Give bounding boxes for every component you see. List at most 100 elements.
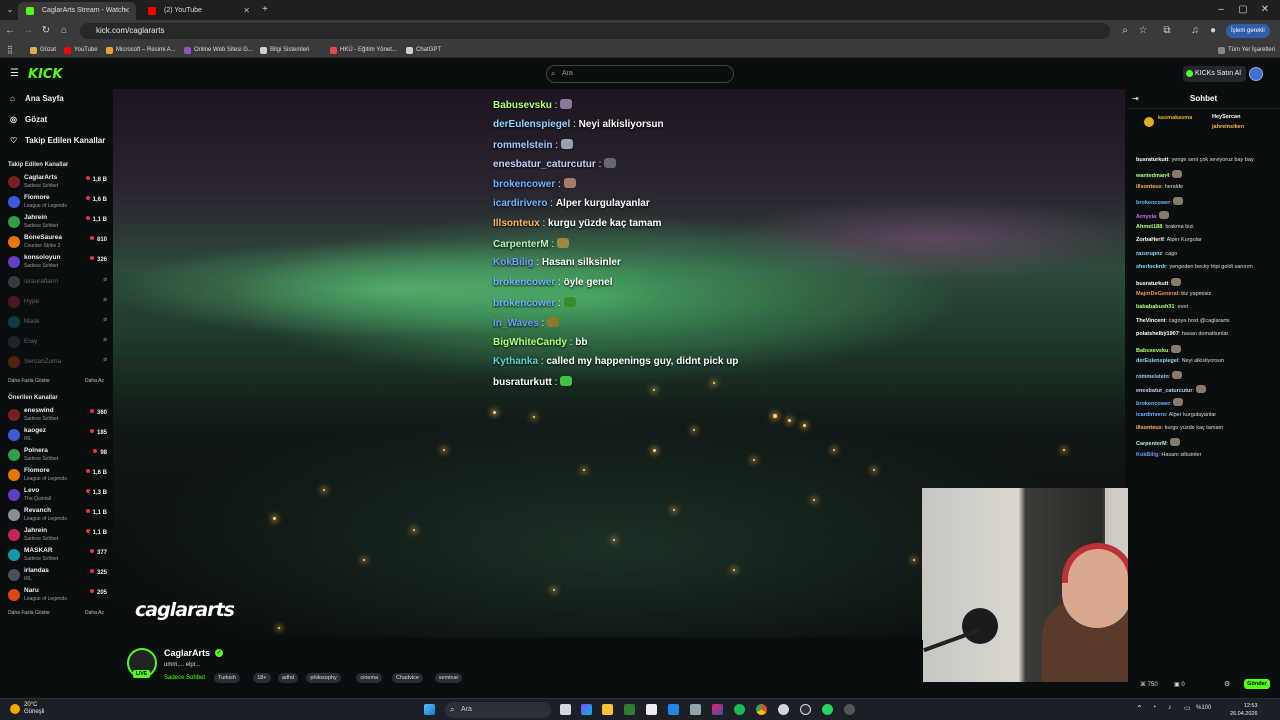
windows-start-icon[interactable]	[424, 704, 435, 715]
copilot-icon[interactable]	[581, 704, 592, 715]
new-tab-icon[interactable]: +	[258, 3, 272, 17]
sidebar-channel[interactable]: MASKAR Sadece Sohbet 377	[8, 547, 110, 565]
close-window-icon[interactable]: ✕	[1258, 3, 1272, 17]
chat-username[interactable]: derEulenspiegel	[1136, 358, 1179, 364]
stream-tag[interactable]: Turkish	[214, 673, 240, 683]
mic-icon[interactable]: ♪	[1168, 704, 1172, 711]
chat-username[interactable]: polatshelby1907	[1136, 331, 1179, 337]
nav-home[interactable]: ⌂ Ana Sayfa	[10, 92, 64, 106]
chat-username[interactable]: MajorDeGeneral	[1136, 291, 1178, 297]
home-icon[interactable]: ⌂	[57, 24, 71, 38]
sidebar-channel[interactable]: BoneSaurea Counter-Strike 2 810	[8, 234, 110, 252]
bookmark-item[interactable]: HKÜ - Eğitim Yönet...	[330, 44, 397, 56]
chrome-icon[interactable]	[756, 704, 767, 715]
chat-username[interactable]: enesbatur_caturcutur	[1136, 388, 1193, 394]
show-more-followed[interactable]: Daha Fazla Göster	[8, 378, 50, 384]
settings-icon[interactable]	[690, 704, 701, 715]
minimize-icon[interactable]: –	[1214, 3, 1228, 17]
store-icon[interactable]	[646, 704, 657, 715]
terminal-icon[interactable]	[624, 704, 635, 715]
bookmark-item[interactable]: Online Web Sitesi G...	[184, 44, 253, 56]
bookmark-item[interactable]: YouTube	[64, 44, 98, 56]
stream-category[interactable]: Sadece Sohbet	[164, 675, 205, 681]
sidebar-channel[interactable]: Levo The Quintall 1,3 B	[8, 487, 110, 505]
extensions-icon[interactable]: ⧉	[1160, 24, 1174, 38]
maximize-icon[interactable]: ▢	[1236, 3, 1250, 17]
sidebar-channel[interactable]: Flomore League of Legends 1,6 B	[8, 467, 110, 485]
chat-username[interactable]: ZorbaHerif	[1136, 237, 1164, 243]
chat-username[interactable]: TheVincent	[1136, 318, 1166, 324]
stream-tag[interactable]: adhd	[278, 673, 299, 683]
bookmark-item[interactable]: Gözat	[30, 44, 56, 56]
chat-username[interactable]: busraturkutt	[1136, 157, 1168, 163]
battery-icon[interactable]: ▭	[1184, 704, 1191, 712]
network-icon[interactable]: ◔	[1152, 704, 1156, 711]
stream-tag[interactable]: 18+	[253, 673, 271, 683]
close-tab-icon[interactable]: ✕	[123, 2, 130, 20]
taskbar-search[interactable]: ⌕ Ara	[445, 702, 551, 718]
spotify-icon[interactable]	[734, 704, 745, 715]
sidebar-channel[interactable]: irlandas IRL 325	[8, 567, 110, 585]
chat-username[interactable]: sherlockrdr	[1136, 264, 1166, 270]
collapse-chat-icon[interactable]: ⇥	[1132, 94, 1139, 103]
chat-username[interactable]: brokencower	[1136, 200, 1170, 206]
buy-kicks-button[interactable]: KICKs Satın Al	[1183, 66, 1246, 82]
chat-username[interactable]: wantedman4	[1136, 173, 1169, 179]
chat-username[interactable]: illsonteux	[1136, 425, 1162, 431]
chat-username[interactable]: Babusevsku	[1136, 348, 1168, 354]
weather-widget[interactable]: 20°C Güneşli	[24, 702, 44, 716]
apps-icon[interactable]: ⣿	[3, 43, 17, 57]
sidebar-channel[interactable]: CaglarArts Sadece Sohbet 1,8 B	[8, 174, 110, 192]
photos-icon[interactable]	[712, 704, 723, 715]
chat-username[interactable]: brokencower	[1136, 401, 1170, 407]
show-less-followed[interactable]: Daha Az	[85, 378, 104, 384]
nav-following[interactable]: ♡ Takip Edilen Kanallar	[10, 134, 105, 148]
stream-tag[interactable]: cinema	[356, 673, 383, 683]
tab-kick[interactable]: CaglarArts Stream - Watch ✕	[18, 2, 136, 20]
sidebar-channel[interactable]: SercanZuma ⌀	[8, 354, 110, 372]
menu-icon[interactable]: ☰	[10, 69, 19, 79]
show-less-recommended[interactable]: Daha Az	[85, 610, 104, 616]
steam-icon[interactable]	[778, 704, 789, 715]
settings-icon[interactable]: ⚙	[1224, 680, 1230, 688]
chat-username[interactable]: razorupnz	[1136, 251, 1162, 257]
close-tab-icon[interactable]: ✕	[243, 2, 250, 20]
reload-icon[interactable]: ↻	[39, 24, 53, 38]
vscode-icon[interactable]	[668, 704, 679, 715]
chat-username[interactable]: illsonteux	[1136, 184, 1162, 190]
show-more-recommended[interactable]: Daha Fazla Göster	[8, 610, 50, 616]
sidebar-channel[interactable]: Jahrein Sadece Sohbet 1,1 B	[8, 214, 110, 232]
tab-list-icon[interactable]: ⌄	[3, 3, 17, 17]
chat-username[interactable]: icardirivero	[1136, 412, 1166, 418]
chat-username[interactable]: Arnyxia	[1136, 214, 1156, 220]
chat-username[interactable]: rommelstein	[1136, 374, 1169, 380]
kick-logo[interactable]: KICK	[28, 67, 63, 82]
tab-youtube[interactable]: (2) YouTube ✕	[140, 2, 256, 20]
chat-username[interactable]: babababush31	[1136, 304, 1175, 310]
profile-action-button[interactable]: İşlem gerekli	[1226, 24, 1270, 38]
search-input[interactable]: ⌕ Ara	[546, 65, 734, 83]
chat-username[interactable]: KokBilig	[1136, 452, 1158, 458]
profile-icon[interactable]: ●	[1206, 24, 1220, 38]
sidebar-channel[interactable]: sirauraflann ⌀	[8, 274, 110, 292]
back-icon[interactable]: ←	[3, 24, 17, 38]
sidebar-channel[interactable]: Flomore League of Legends 1,6 B	[8, 194, 110, 212]
whatsapp-icon[interactable]	[822, 704, 833, 715]
stream-tag[interactable]: Chadvice	[392, 673, 423, 683]
bookmark-item[interactable]: Microsoft – Resimi A...	[106, 44, 176, 56]
streamer-name[interactable]: CaglarArts	[164, 648, 210, 658]
sidebar-channel[interactable]: eneswind Sadece Sohbet 360	[8, 407, 110, 425]
sidebar-channel[interactable]: Eray ⌀	[8, 334, 110, 352]
bookmark-star-icon[interactable]: ☆	[1136, 24, 1150, 38]
chat-username[interactable]: Ahmet188	[1136, 224, 1162, 230]
task-view-icon[interactable]	[560, 704, 571, 715]
chrome-alt-icon[interactable]	[844, 704, 855, 715]
bookmark-item[interactable]: Bilgi Sistemleri	[260, 44, 309, 56]
zoom-icon[interactable]: ⌕	[1118, 24, 1132, 38]
sidebar-channel[interactable]: Mask ⌀	[8, 314, 110, 332]
url-input[interactable]: kick.com/caglararts	[80, 23, 1110, 39]
sidebar-channel[interactable]: Jahrein Sadece Sohbet 1,1 B	[8, 527, 110, 545]
sidebar-channel[interactable]: Hype ⌀	[8, 294, 110, 312]
edge-icon[interactable]	[800, 704, 811, 715]
sidebar-channel[interactable]: Naru League of Legends 205	[8, 587, 110, 605]
